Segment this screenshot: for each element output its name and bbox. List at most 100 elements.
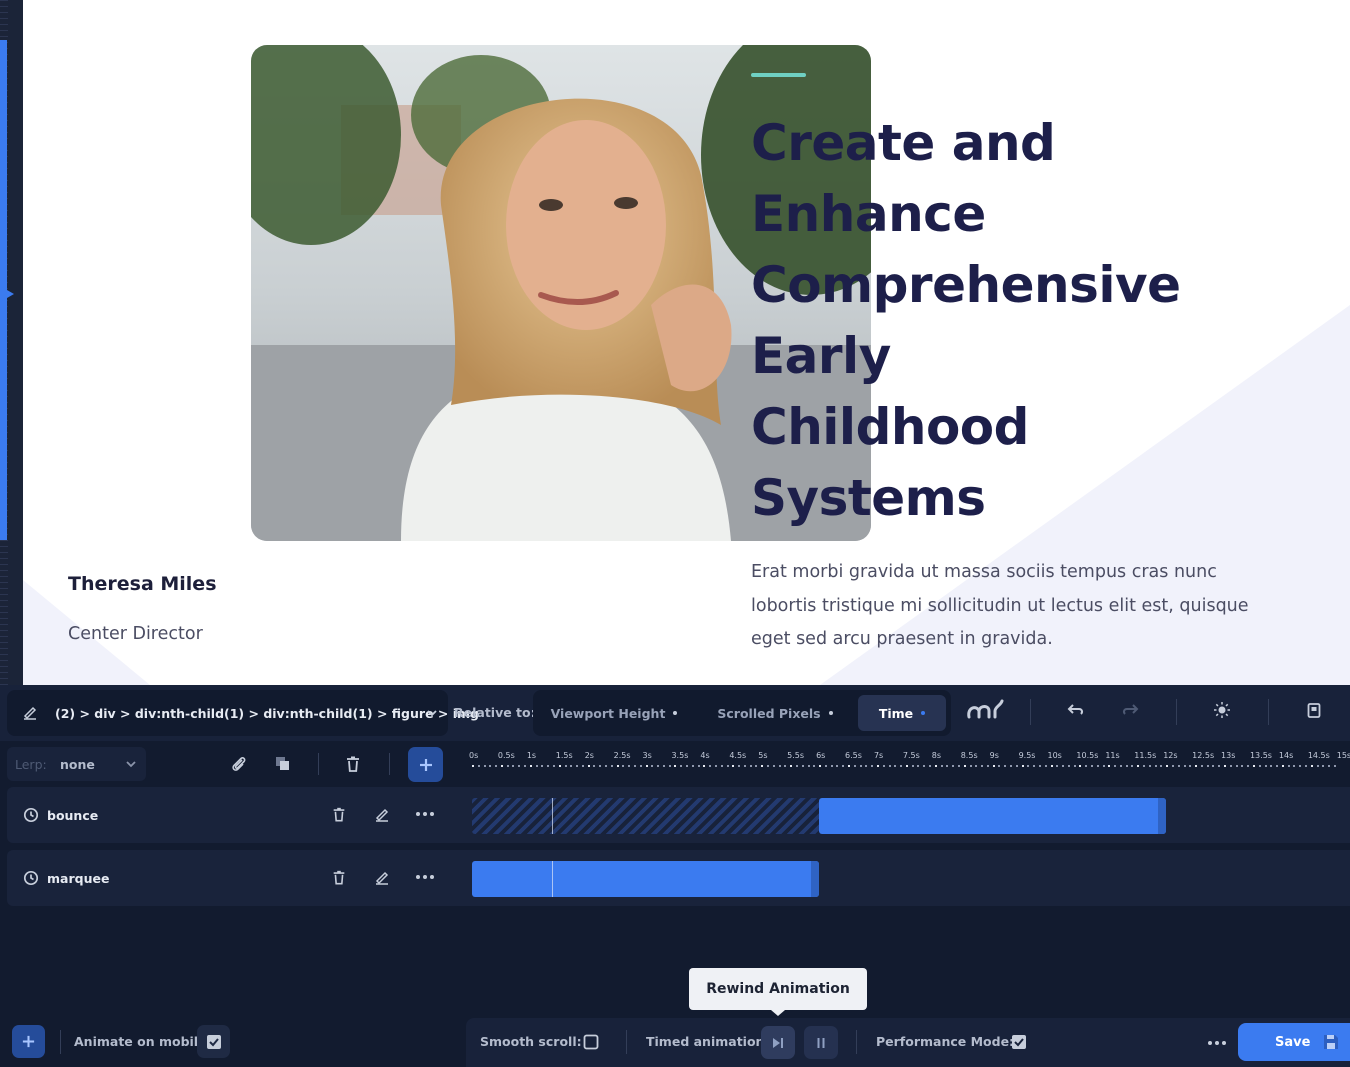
selector-path: (2) > div > div:nth-child(1) > div:nth-c…: [55, 706, 479, 721]
undo-icon[interactable]: [1067, 701, 1085, 723]
relative-option-scrolled-pixels[interactable]: Scrolled Pixels: [705, 695, 845, 731]
timeline-tick-label: 11s: [1105, 751, 1120, 760]
timeline-tick-dot: [1177, 765, 1180, 767]
pause-animation-button[interactable]: [804, 1026, 838, 1059]
timeline-tick-dot: [998, 765, 1001, 767]
animation-editor-panel: (2) > div > div:nth-child(1) > div:nth-c…: [0, 685, 1350, 1067]
timeline-tick-dot: [1010, 765, 1012, 767]
timeline-tick-dot: [547, 765, 550, 767]
timeline-tick-dot: [743, 765, 746, 767]
animation-row-marquee[interactable]: marquee: [7, 850, 1350, 906]
timeline-tick-dot: [541, 765, 544, 767]
timeline-tick-dot: [1085, 765, 1088, 767]
smooth-scroll-checkbox[interactable]: [583, 1034, 599, 1054]
clock-icon: [23, 870, 39, 890]
timeline-tick-label: 11.5s: [1134, 751, 1157, 760]
animation-delay-segment[interactable]: [472, 798, 820, 834]
toolbar-divider: [1176, 699, 1177, 725]
duplicate-icon[interactable]: [274, 755, 292, 777]
timeline-tick-dot: [564, 765, 567, 767]
clipboard-icon[interactable]: [1306, 701, 1322, 723]
add-animation-button[interactable]: [408, 747, 443, 782]
timeline-tick-dot: [587, 765, 590, 767]
relative-option-viewport-height[interactable]: Viewport Height: [539, 695, 689, 731]
more-options-icon[interactable]: [1207, 1035, 1227, 1054]
timeline-tick-label: 3.5s: [671, 751, 689, 760]
save-label: Save: [1275, 1035, 1311, 1050]
ani-logo-icon: [965, 699, 1005, 727]
timeline-tick-dot: [929, 765, 931, 767]
relative-option-time[interactable]: Time: [858, 695, 946, 731]
timeline-controls-row: Lerp: none 0s 0.5s 1s 1.5s 2s 2.5s 3s 3.5s 4s 4.5…: [0, 741, 1350, 787]
hero-description: Erat morbi gravida ut massa sociis tempu…: [751, 562, 1249, 649]
timeline-tick-dot: [900, 765, 903, 767]
option-label: Viewport Height: [550, 705, 666, 721]
timeline-tick-dot: [1247, 765, 1250, 767]
clock-icon: [23, 807, 39, 827]
hero-title-line: Create and: [751, 114, 1056, 172]
trash-icon[interactable]: [331, 806, 347, 827]
timeline-tick-label: 10s: [1047, 751, 1062, 760]
rewind-icon: [773, 1037, 783, 1048]
trash-icon[interactable]: [344, 755, 362, 777]
add-button[interactable]: [12, 1025, 45, 1058]
option-label: Scrolled Pixels: [717, 705, 821, 721]
chevron-down-icon[interactable]: [425, 705, 439, 724]
timeline-tick-label: 6.5s: [845, 751, 862, 760]
animation-resize-handle[interactable]: [811, 861, 820, 897]
paperclip-icon[interactable]: [230, 755, 248, 777]
animation-resize-handle[interactable]: [1158, 798, 1167, 834]
sun-icon[interactable]: [1213, 701, 1231, 723]
animation-row-bounce[interactable]: bounce: [7, 787, 1350, 843]
timeline-tick-dot: [1183, 765, 1186, 767]
timeline-tick-dot: [917, 765, 920, 767]
timeline-tick-label: 14.5s: [1307, 751, 1330, 760]
animation-duration-segment[interactable]: [472, 861, 820, 897]
scroll-position-handle[interactable]: [0, 286, 14, 302]
timeline-tick-dot: [772, 765, 775, 767]
timeline-tick-dot: [1073, 765, 1076, 767]
timeline-tick-dot: [778, 765, 781, 767]
person-name: Theresa Miles: [68, 573, 217, 595]
timeline-tick-dot: [512, 765, 515, 767]
animate-on-mobile-checkbox[interactable]: [197, 1025, 230, 1058]
timeline-tick-dot: [957, 765, 960, 767]
timeline-tick-dot: [755, 765, 758, 767]
timeline-tick-dot: [824, 765, 827, 767]
redo-icon[interactable]: [1121, 701, 1139, 723]
performance-mode-checkbox[interactable]: [1011, 1034, 1027, 1054]
edit-icon[interactable]: [374, 806, 390, 826]
divider: [60, 1030, 61, 1054]
more-options-icon[interactable]: [415, 806, 435, 826]
timeline-tick-dot: [1137, 765, 1140, 767]
timeline-tick-dot: [761, 765, 764, 767]
timeline-tick-dot: [1131, 765, 1134, 767]
timeline-tick-dot: [472, 765, 474, 767]
divider: [626, 1030, 627, 1054]
more-options-icon[interactable]: [415, 869, 435, 889]
checkbox-checked-icon: [206, 1034, 221, 1049]
timeline-tick-dot: [639, 765, 642, 767]
element-selector[interactable]: (2) > div > div:nth-child(1) > div:nth-c…: [7, 690, 479, 736]
timeline-tick-dot: [709, 765, 712, 767]
trash-icon[interactable]: [331, 869, 347, 890]
save-button[interactable]: Save: [1238, 1023, 1350, 1061]
animate-on-mobile-label: Animate on mobile:: [74, 1034, 212, 1049]
edit-selector-icon[interactable]: [22, 704, 38, 724]
timeline-tick-dot: [535, 765, 538, 767]
animation-duration-segment[interactable]: [819, 798, 1167, 834]
timeline-tick-dot: [738, 765, 741, 767]
timeline-ruler[interactable]: 0s 0.5s 1s 1.5s 2s 2.5s 3s 3.5s 4s 4.5s 5s 5.5s 6s 6.…: [466, 751, 1350, 777]
timeline-tick-label: 9.5s: [1018, 751, 1036, 760]
animation-playhead-marker: [552, 861, 553, 897]
smooth-scroll-label: Smooth scroll:: [480, 1034, 582, 1049]
timeline-tick-dot: [628, 765, 631, 767]
timeline-tick-dot: [610, 765, 613, 767]
timeline-tick-dot: [1050, 765, 1053, 767]
edit-icon[interactable]: [374, 869, 390, 889]
rewind-animation-button[interactable]: [761, 1026, 795, 1059]
timeline-tick-dot: [934, 765, 937, 767]
timeline-tick-label: 9s: [989, 751, 999, 760]
lerp-select[interactable]: Lerp: none: [7, 747, 146, 781]
scroll-ruler: [0, 0, 23, 685]
